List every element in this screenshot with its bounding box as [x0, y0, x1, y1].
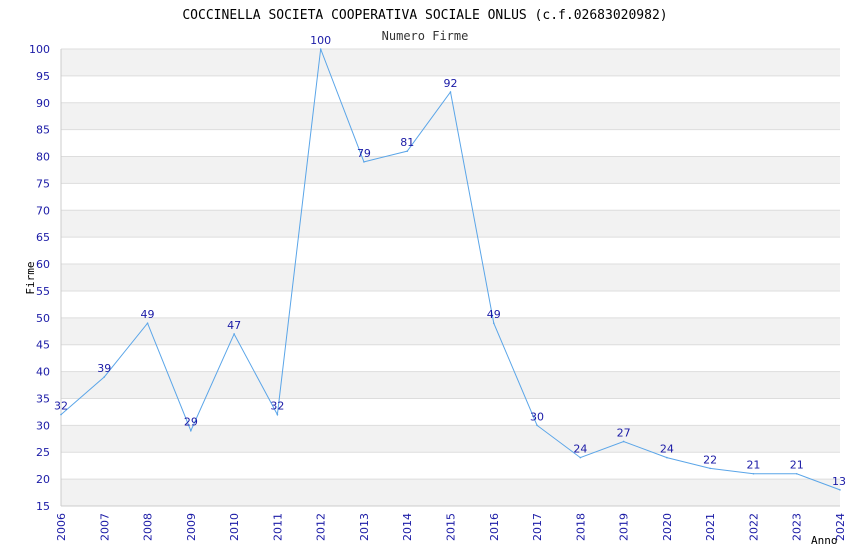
grid-band	[61, 317, 840, 345]
grid-band	[61, 371, 840, 399]
data-point	[103, 376, 106, 378]
data-label: 39	[97, 362, 111, 375]
y-tick-label: 55	[36, 285, 50, 298]
data-label: 24	[573, 443, 587, 456]
plot-area	[60, 48, 840, 507]
data-point	[60, 413, 62, 416]
data-point	[449, 91, 452, 93]
line-chart: COCCINELLA SOCIETA COOPERATIVA SOCIALE O…	[24, 8, 847, 547]
y-tick-label: 35	[36, 392, 50, 405]
x-axis-label: Anno	[811, 534, 838, 547]
x-tick-label: 2007	[98, 513, 111, 541]
grid-band	[61, 425, 840, 453]
x-tick-label: 2014	[401, 513, 414, 541]
x-tick-label: 2023	[791, 513, 804, 541]
y-tick-label: 30	[36, 419, 50, 432]
y-tick-label: 85	[36, 124, 50, 137]
data-label: 22	[703, 453, 717, 466]
data-point	[579, 456, 582, 459]
data-label: 24	[660, 443, 674, 456]
y-tick-label: 80	[36, 151, 50, 164]
grid-band	[61, 398, 840, 426]
x-tick-label: 2006	[55, 513, 68, 541]
data-label: 47	[227, 319, 241, 332]
grid-band	[61, 156, 840, 184]
data-point	[276, 413, 279, 416]
grid-band	[61, 49, 840, 76]
data-label: 92	[444, 77, 458, 90]
y-tick-label: 50	[36, 312, 50, 325]
data-point	[752, 472, 755, 475]
y-tick-label: 25	[36, 446, 50, 459]
x-tick-label: 2017	[531, 513, 544, 541]
data-point	[492, 322, 495, 325]
y-axis-label: Firme	[24, 261, 37, 294]
data-point	[146, 322, 149, 325]
x-axis-ticks: 2006 2007 2008 2009 2010 2011 2012 2013 2014 2015…	[55, 513, 847, 541]
grid-band	[61, 479, 840, 506]
data-label: 13	[832, 475, 846, 488]
data-point	[622, 440, 625, 443]
y-tick-label: 90	[36, 97, 50, 110]
data-point	[363, 161, 365, 163]
y-tick-label: 65	[36, 231, 50, 244]
grid-band	[61, 183, 840, 211]
x-tick-label: 2010	[228, 513, 241, 541]
data-label: 32	[270, 400, 284, 413]
data-label: 49	[487, 308, 501, 321]
x-tick-label: 2016	[488, 513, 501, 541]
y-tick-label: 60	[36, 258, 50, 271]
data-label: 21	[746, 459, 760, 472]
grid-band	[61, 264, 840, 291]
grid-band	[61, 102, 840, 130]
data-label: 21	[790, 459, 804, 472]
data-label: 79	[357, 147, 371, 160]
data-point	[406, 150, 409, 152]
data-label: 49	[141, 308, 155, 321]
grid-band	[61, 290, 840, 318]
chart-subtitle: Numero Firme	[382, 29, 469, 43]
x-tick-label: 2022	[747, 513, 760, 541]
grid-band	[61, 452, 840, 480]
data-point	[319, 48, 322, 50]
x-tick-label: 2015	[445, 513, 458, 541]
data-label: 32	[54, 400, 68, 413]
y-tick-label: 70	[36, 204, 50, 217]
grid-band	[61, 344, 840, 372]
data-point	[233, 333, 235, 335]
y-tick-label: 15	[36, 500, 50, 513]
data-point	[839, 489, 841, 491]
data-point	[795, 472, 798, 475]
y-tick-label: 75	[36, 177, 50, 190]
data-label: 29	[184, 416, 198, 429]
data-point	[190, 429, 192, 432]
grid-band	[61, 129, 840, 157]
data-point	[536, 424, 538, 427]
x-tick-label: 2008	[142, 513, 155, 541]
x-tick-label: 2021	[704, 513, 717, 541]
data-point	[666, 456, 668, 459]
data-label: 81	[400, 136, 414, 149]
data-point	[709, 467, 711, 470]
y-tick-label: 20	[36, 473, 50, 486]
x-tick-label: 2012	[315, 513, 328, 541]
x-tick-label: 2018	[574, 513, 587, 541]
x-tick-label: 2011	[271, 513, 284, 541]
y-tick-label: 95	[36, 70, 50, 83]
y-tick-label: 40	[36, 366, 50, 379]
data-label: 27	[617, 426, 631, 439]
y-tick-label: 45	[36, 339, 50, 352]
grid-band	[61, 210, 840, 238]
x-tick-label: 2019	[618, 513, 631, 541]
chart-title: COCCINELLA SOCIETA COOPERATIVA SOCIALE O…	[182, 8, 667, 23]
y-tick-label: 100	[29, 43, 50, 56]
data-label: 30	[530, 410, 544, 423]
x-tick-label: 2013	[358, 513, 371, 541]
x-tick-label: 2009	[185, 513, 198, 541]
x-tick-label: 2020	[661, 513, 674, 541]
data-label: 100	[310, 34, 331, 47]
grid-band	[61, 237, 840, 265]
